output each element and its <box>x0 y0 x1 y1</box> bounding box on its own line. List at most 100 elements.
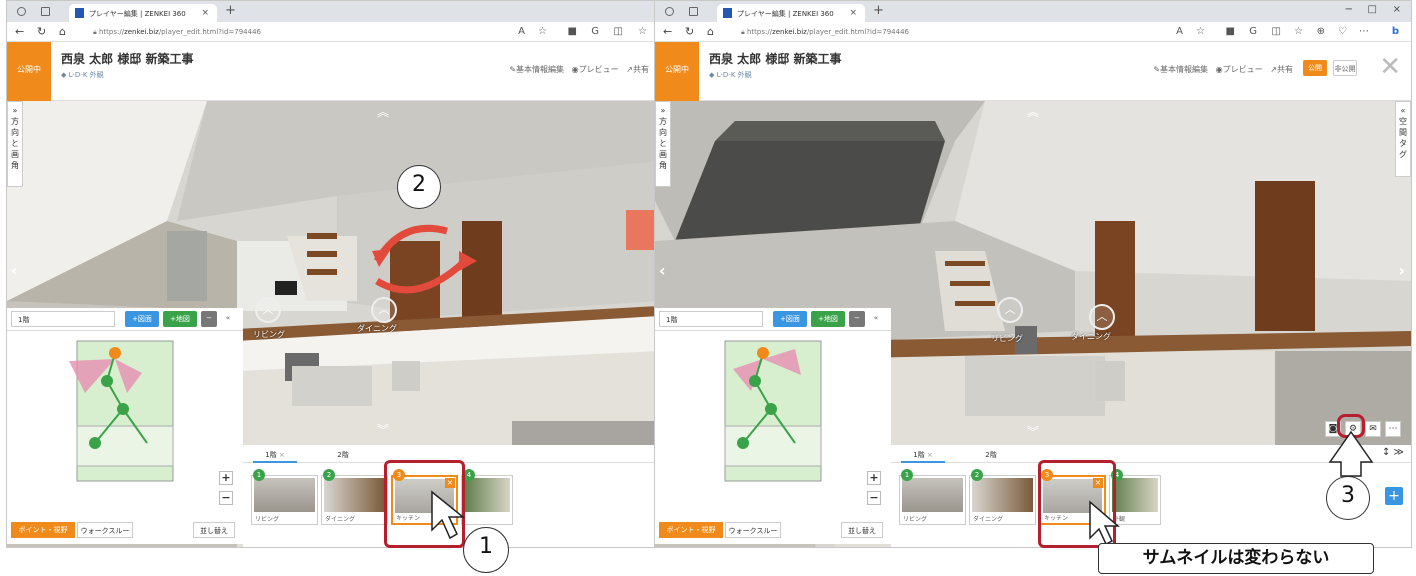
tab-close-icon[interactable]: × <box>279 451 285 459</box>
tab-close-icon[interactable]: × <box>927 451 933 459</box>
favorite-star-icon[interactable]: ☆ <box>538 26 547 37</box>
collapse-chevron-icon: « <box>1400 106 1406 115</box>
new-tab-button[interactable]: + <box>873 3 884 18</box>
pan-right-arrow-icon[interactable]: › <box>1398 261 1405 280</box>
back-icon[interactable]: ← <box>663 25 672 38</box>
refresh-ext-icon[interactable]: G <box>1249 26 1257 37</box>
more-options-icon[interactable]: ⋯ <box>1385 421 1401 437</box>
url-path: /player_edit.html?id=794446 <box>806 28 909 36</box>
direction-angle-tab[interactable]: » 方向と画角 <box>7 101 23 187</box>
expand-chevron-icon: » <box>12 106 18 115</box>
copilot-icon[interactable]: b <box>1392 26 1399 37</box>
add-map-button[interactable]: +地図 <box>163 311 197 327</box>
thumbnail-card[interactable]: リビング <box>251 475 318 525</box>
map-zoom-out-button[interactable]: − <box>219 491 233 505</box>
share-link[interactable]: 共有 <box>1277 65 1293 74</box>
collapse-map-button[interactable]: « <box>221 311 235 327</box>
add-plan-button[interactable]: +図面 <box>773 311 807 327</box>
back-icon[interactable]: ← <box>15 25 24 38</box>
map-zoom-in-button[interactable]: + <box>219 471 233 485</box>
thumbnail-card[interactable]: リビング <box>899 475 966 525</box>
more-menu-icon[interactable]: ⋯ <box>1359 26 1369 37</box>
walkthrough-mode-button[interactable]: ウォークスルー <box>725 522 781 538</box>
favorites-bar-icon[interactable]: ☆ <box>1294 26 1303 37</box>
reload-icon[interactable]: ↻ <box>685 25 694 38</box>
edit-info-link[interactable]: 基本情報編集 <box>516 65 564 74</box>
extension-icon[interactable]: ■ <box>568 26 577 37</box>
add-map-button[interactable]: +地図 <box>811 311 845 327</box>
tab-floor-2[interactable]: 2階 <box>323 445 363 463</box>
look-down-chevron-icon[interactable]: ︾ <box>1027 423 1039 440</box>
refresh-ext-icon[interactable]: G <box>591 26 599 37</box>
look-up-chevron-icon[interactable]: ︽ <box>377 103 389 120</box>
tab-floor-2[interactable]: 2階 <box>971 445 1011 463</box>
look-down-chevron-icon[interactable]: ︾ <box>377 421 389 438</box>
tab-floor-1[interactable]: 1階 × <box>253 445 297 463</box>
remove-map-button[interactable]: − <box>201 311 217 327</box>
url-field[interactable]: 🔒︎ https://zenkei.biz/player_edit.html?i… <box>741 25 1221 39</box>
browser-tab[interactable]: プレイヤー編集 | ZENKEI 360 × <box>69 4 217 22</box>
direction-angle-tab[interactable]: » 方向と画角 <box>655 101 671 187</box>
point-view-mode-button[interactable]: ポイント・視野 <box>11 522 75 538</box>
expand-strip-icon[interactable]: ↕ ≫ <box>1381 445 1405 463</box>
preview-link[interactable]: プレビュー <box>1223 65 1263 74</box>
browser-tab[interactable]: プレイヤー編集 | ZENKEI 360 × <box>717 4 865 22</box>
remove-map-button[interactable]: − <box>849 311 865 327</box>
thumbnail-card[interactable]: ダイニング <box>321 475 388 525</box>
split-screen-icon[interactable]: ◫ <box>614 26 623 37</box>
collections-icon[interactable]: ⊕ <box>1317 26 1325 37</box>
pan-left-arrow-icon[interactable]: ‹ <box>659 261 666 280</box>
profile-icon[interactable] <box>665 7 674 16</box>
look-up-chevron-icon[interactable]: ︽ <box>1027 103 1039 120</box>
floor-select[interactable]: 1階 <box>659 311 763 327</box>
thumbnail-card[interactable]: ダイニング <box>969 475 1036 525</box>
reorder-button[interactable]: 並し替え <box>841 522 883 538</box>
home-icon[interactable]: ⌂ <box>707 25 714 38</box>
private-button[interactable]: 非公開 <box>1333 60 1357 76</box>
public-button[interactable]: 公開 <box>1303 60 1327 76</box>
window-close-button[interactable]: × <box>1393 4 1401 15</box>
read-aloud-icon[interactable]: A <box>1176 26 1183 37</box>
reload-icon[interactable]: ↻ <box>37 25 46 38</box>
floor-plan-map[interactable]: + − <box>7 331 243 517</box>
space-tag-label: 空間タグ <box>1399 117 1407 159</box>
floor-select[interactable]: 1階 <box>11 311 115 327</box>
floor-plan-map[interactable]: + − <box>655 331 891 517</box>
read-aloud-icon[interactable]: A <box>518 26 525 37</box>
tab-actions-icon[interactable] <box>689 7 698 16</box>
share-link[interactable]: 共有 <box>633 65 649 74</box>
pan-left-arrow-icon[interactable]: ‹ <box>11 261 18 280</box>
hotspot-living[interactable]: ︿ <box>255 297 281 323</box>
reorder-button[interactable]: 並し替え <box>193 522 235 538</box>
collapse-map-button[interactable]: « <box>869 311 883 327</box>
close-editor-icon[interactable]: ✕ <box>1379 52 1401 82</box>
map-zoom-out-button[interactable]: − <box>867 491 881 505</box>
space-tag-tab[interactable]: « 空間タグ <box>1395 101 1411 177</box>
map-zoom-in-button[interactable]: + <box>867 471 881 485</box>
favorite-star-icon[interactable]: ☆ <box>1196 26 1205 37</box>
tab-actions-icon[interactable] <box>41 7 50 16</box>
window-maximize-button[interactable]: □ <box>1368 4 1377 15</box>
home-icon[interactable]: ⌂ <box>59 25 66 38</box>
hotspot-dining[interactable]: ︿ <box>1089 304 1115 330</box>
extension-icon[interactable]: ■ <box>1226 26 1235 37</box>
hotspot-living[interactable]: ︿ <box>997 297 1023 323</box>
add-plan-button[interactable]: +図面 <box>125 311 159 327</box>
preview-link[interactable]: プレビュー <box>579 65 619 74</box>
window-minimize-button[interactable]: − <box>1345 4 1353 15</box>
walkthrough-mode-button[interactable]: ウォークスルー <box>77 522 133 538</box>
point-view-mode-button[interactable]: ポイント・視野 <box>659 522 723 538</box>
browser-essentials-icon[interactable]: ♡ <box>1338 26 1347 37</box>
hotspot-dining[interactable]: ︿ <box>371 297 397 323</box>
tab-floor-1-label: 1階 <box>265 451 277 459</box>
tab-close-icon[interactable]: × <box>849 8 857 18</box>
favorites-bar-icon[interactable]: ☆ <box>638 26 647 37</box>
url-field[interactable]: 🔒︎ https://zenkei.biz/player_edit.html?i… <box>93 25 557 39</box>
new-tab-button[interactable]: + <box>225 3 236 18</box>
tab-close-icon[interactable]: × <box>201 8 209 18</box>
split-screen-icon[interactable]: ◫ <box>1272 26 1281 37</box>
tab-floor-1[interactable]: 1階 × <box>901 445 945 463</box>
edit-info-link[interactable]: 基本情報編集 <box>1160 65 1208 74</box>
add-point-button[interactable]: + <box>1385 487 1403 505</box>
profile-icon[interactable] <box>17 7 26 16</box>
